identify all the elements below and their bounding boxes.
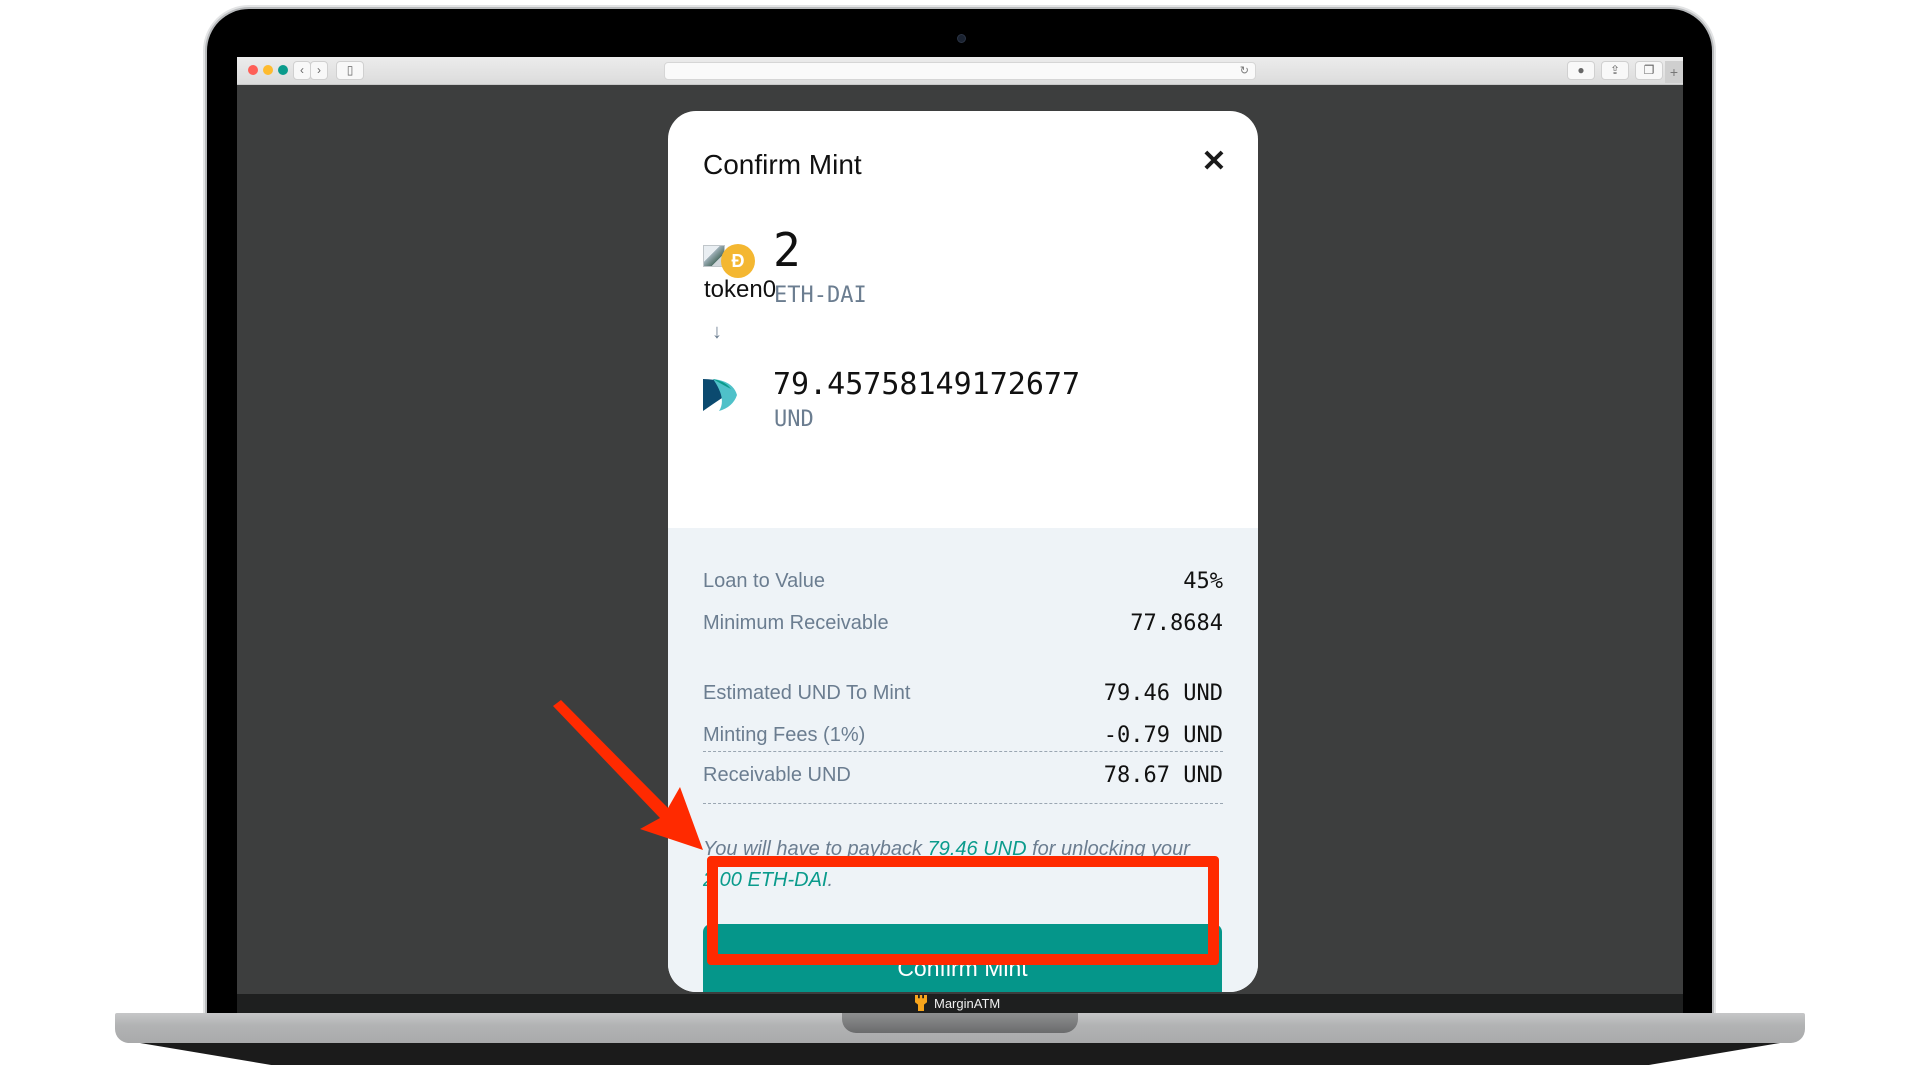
detail-value: 79.46 UND (1103, 680, 1223, 706)
confirm-mint-modal: Confirm Mint ✕ Ð token0 2 ETH-DAI ↓ 79.4… (668, 111, 1258, 992)
notice-text: . (827, 869, 834, 891)
detail-row-minimum-receivable: Minimum Receivable 77.8684 (703, 608, 1223, 638)
minimize-window-button[interactable] (263, 65, 273, 75)
arrow-down-icon: ↓ (712, 321, 722, 343)
share-button[interactable]: ⇪ (1601, 61, 1629, 80)
payback-notice: You will have to payback 79.46 UND for u… (703, 834, 1223, 896)
sidebar-button[interactable]: ▯ (336, 61, 364, 80)
detail-value: 78.67 UND (1103, 762, 1223, 788)
close-icon[interactable]: ✕ (1199, 147, 1229, 177)
details-panel: Loan to Value 45% Minimum Receivable 77.… (668, 528, 1258, 992)
detail-label: Estimated UND To Mint (703, 681, 911, 704)
divider (703, 803, 1223, 804)
confirm-mint-button[interactable]: Confirm Mint (703, 924, 1222, 992)
detail-label: Loan to Value (703, 569, 825, 592)
detail-row-minting-fees: Minting Fees (1%) -0.79 UND (703, 720, 1223, 750)
camera-icon (957, 34, 966, 43)
und-logo-icon (703, 379, 737, 411)
deposit-symbol: ETH-DAI (774, 283, 867, 308)
notice-text: for unlocking your (1026, 838, 1190, 860)
detail-value: 45% (1183, 568, 1223, 594)
laptop-underside (140, 1043, 1780, 1065)
close-window-button[interactable] (248, 65, 258, 75)
mint-symbol: UND (774, 407, 814, 432)
plus-icon: + (1669, 64, 1679, 80)
browser-toolbar: ‹ › ▯ ↻ ● ⇪ ❐ + (237, 57, 1683, 85)
download-icon: ● (1577, 63, 1585, 77)
notice-highlight-collateral: 2.00 ETH-DAI (703, 869, 828, 891)
chevron-left-icon: ‹ (300, 63, 304, 77)
share-icon: ⇪ (1609, 63, 1621, 77)
detail-row-loan-to-value: Loan to Value 45% (703, 566, 1223, 596)
modal-title: Confirm Mint (703, 149, 862, 180)
detail-label: Minimum Receivable (703, 611, 889, 634)
mint-amount: 79.45758149172677 (773, 367, 1081, 402)
detail-row-receivable-und: Receivable UND 78.67 UND (703, 760, 1223, 790)
detail-value: -0.79 UND (1103, 722, 1223, 748)
notice-text: You will have to payback (703, 838, 928, 860)
downloads-button[interactable]: ● (1567, 61, 1595, 80)
new-tab-button[interactable]: + (1665, 61, 1683, 83)
dock-app-label: MarginATM (915, 993, 1000, 1013)
tabs-overview-button[interactable]: ❐ (1635, 61, 1663, 80)
laptop-notch (842, 1013, 1078, 1033)
app-name: MarginATM (934, 995, 1001, 1011)
sidebar-icon: ▯ (346, 63, 354, 77)
address-bar[interactable]: ↻ (664, 62, 1256, 80)
deposit-amount: 2 (773, 223, 801, 277)
reload-icon[interactable]: ↻ (1240, 63, 1249, 79)
back-button[interactable]: ‹ (293, 61, 311, 80)
token-image-alt-text: token0 (704, 276, 777, 303)
tabs-icon: ❐ (1643, 63, 1655, 77)
dai-coin-icon: Ð (721, 244, 755, 278)
detail-label: Minting Fees (1%) (703, 723, 866, 746)
detail-label: Receivable UND (703, 763, 851, 786)
marginatm-logo-icon (915, 995, 927, 1011)
forward-button[interactable]: › (310, 61, 328, 80)
chevron-right-icon: › (317, 63, 321, 77)
divider (703, 751, 1223, 752)
detail-row-estimated-und: Estimated UND To Mint 79.46 UND (703, 678, 1223, 708)
fullscreen-window-button[interactable] (278, 65, 288, 75)
notice-highlight-amount: 79.46 UND (927, 838, 1027, 860)
browser-window: ‹ › ▯ ↻ ● ⇪ ❐ + Confirm Mint ✕ Ð token0 … (237, 57, 1683, 994)
detail-value: 77.8684 (1130, 610, 1223, 636)
